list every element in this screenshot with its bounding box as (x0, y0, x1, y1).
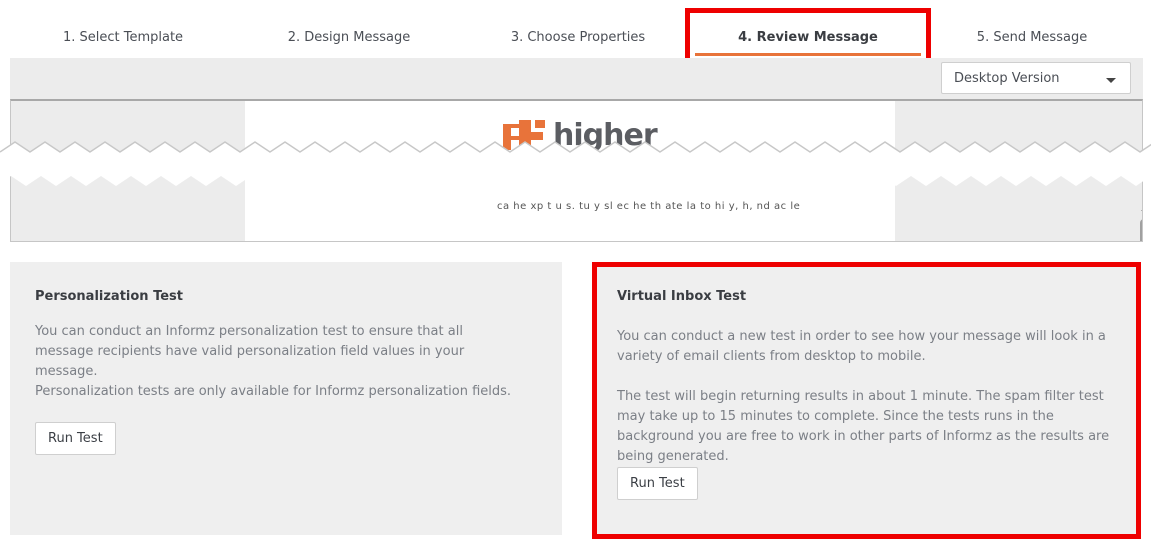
email-preview-frame[interactable]: higher ca he xp t u s. tu y sl ec he th … (10, 99, 1143, 242)
chevron-down-icon (1106, 78, 1116, 83)
personalization-description: You can conduct an Informz personalizati… (35, 324, 465, 379)
virtual-inbox-title: Virtual Inbox Test (617, 289, 747, 304)
higher-logo-icon (503, 120, 545, 150)
active-tab-underline (695, 53, 921, 56)
email-snippet: ca he xp t u s. tu y sl ec he th ate la … (497, 201, 801, 212)
personalization-title: Personalization Test (35, 289, 183, 304)
virtual-inbox-note: The test will begin returning results in… (617, 389, 1110, 464)
tab-send-message[interactable]: 5. Send Message (977, 30, 1087, 45)
step-tabs: 1. Select Template 2. Design Message 3. … (0, 0, 1151, 58)
tab-review-message[interactable]: 4. Review Message (738, 30, 878, 45)
tab-design-message[interactable]: 2. Design Message (288, 30, 411, 45)
email-logo: higher (495, 115, 658, 155)
scroll-thumb[interactable] (1140, 219, 1142, 241)
virtual-inbox-run-test-button[interactable]: Run Test (617, 467, 698, 500)
virtual-inbox-description: You can conduct a new test in order to s… (617, 329, 1106, 364)
tab-select-template[interactable]: 1. Select Template (63, 30, 183, 45)
version-select[interactable]: Desktop Version (941, 62, 1131, 94)
email-body: higher ca he xp t u s. tu y sl ec he th … (245, 101, 895, 241)
scroll-up-icon[interactable] (1141, 205, 1142, 211)
personalization-test-panel: Personalization Test You can conduct an … (10, 262, 562, 535)
personalization-run-test-button[interactable]: Run Test (35, 422, 116, 455)
tab-choose-properties[interactable]: 3. Choose Properties (511, 30, 645, 45)
logo-wordmark: higher (553, 117, 658, 153)
personalization-note: Personalization tests are only available… (35, 384, 512, 399)
version-select-value: Desktop Version (954, 71, 1060, 86)
preview-scrollbar[interactable] (1139, 202, 1142, 241)
virtual-inbox-test-panel: Virtual Inbox Test You can conduct a new… (592, 262, 1140, 538)
